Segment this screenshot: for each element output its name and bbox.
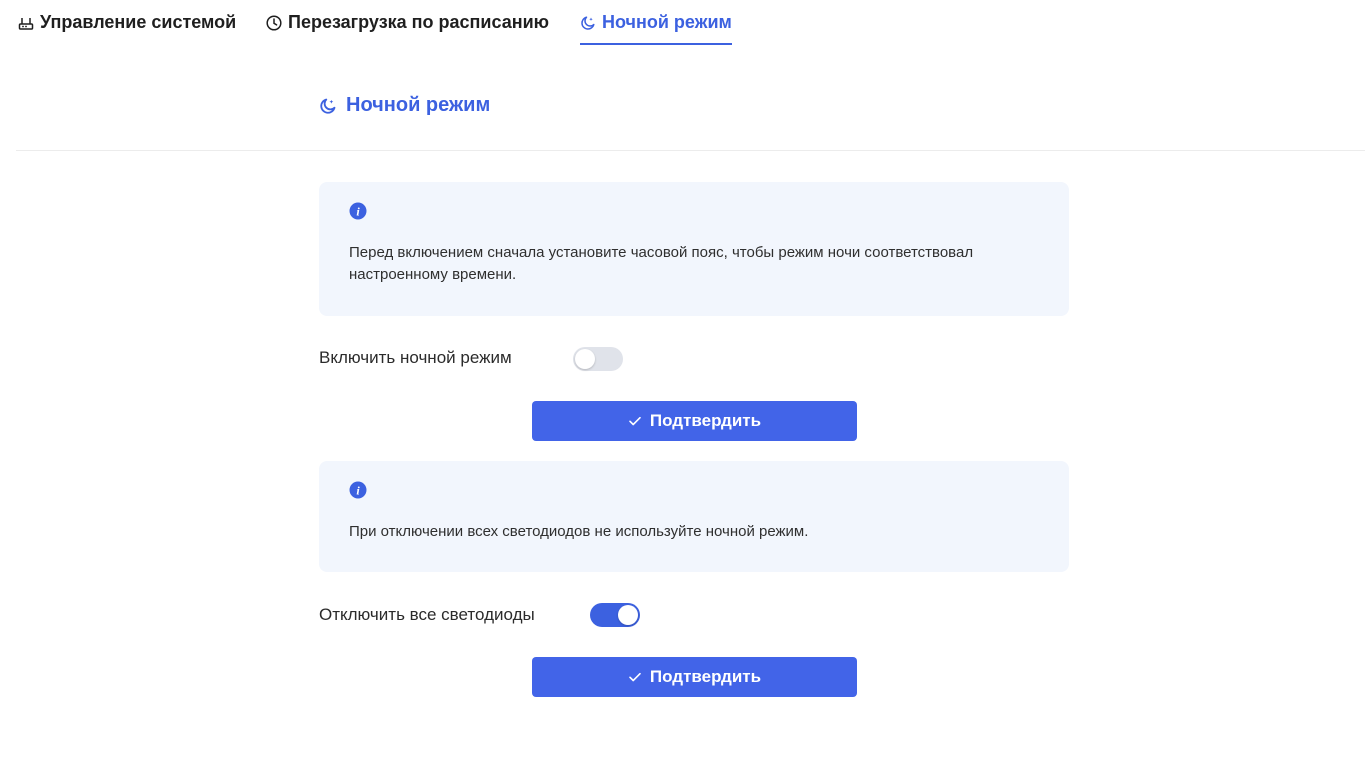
divider — [16, 150, 1365, 151]
clock-icon — [266, 14, 282, 31]
switch-knob — [618, 605, 638, 625]
leds-toggle[interactable] — [590, 603, 640, 627]
switch-knob — [575, 349, 595, 369]
moon-icon — [319, 97, 337, 115]
tab-label: Ночной режим — [602, 12, 732, 32]
router-icon — [18, 15, 34, 31]
moon-icon — [580, 15, 596, 31]
leds-confirm-button[interactable]: Подтвердить — [532, 657, 857, 697]
tab-system-management[interactable]: Управление системой — [18, 0, 236, 45]
check-icon — [628, 414, 642, 428]
leds-info-text: При отключении всех светодиодов не испол… — [349, 523, 809, 540]
night-mode-toggle[interactable] — [573, 347, 623, 371]
night-mode-info-text: Перед включением сначала установите часо… — [349, 244, 974, 283]
section-title-label: Ночной режим — [346, 94, 491, 116]
info-icon: i — [349, 481, 367, 499]
section-title: Ночной режим — [319, 94, 490, 117]
night-mode-toggle-label: Включить ночной режим — [319, 348, 512, 367]
tab-scheduled-reboot[interactable]: Перезагрузка по расписанию — [266, 0, 549, 45]
leds-toggle-label: Отключить все светодиоды — [319, 605, 535, 624]
confirm-label: Подтвердить — [649, 667, 762, 686]
tab-night-mode[interactable]: Ночной режим — [580, 0, 732, 45]
leds-info-box: i При отключении всех светодиодов не исп… — [319, 461, 1069, 572]
tab-label: Перезагрузка по расписанию — [288, 12, 550, 32]
confirm-label: Подтвердить — [649, 411, 762, 430]
night-mode-info-box: i Перед включением сначала установите ча… — [319, 182, 1069, 316]
night-mode-confirm-button[interactable]: Подтвердить — [532, 401, 857, 441]
tab-bar: Управление системой Перезагрузка по расп… — [0, 0, 1365, 48]
info-icon: i — [349, 202, 367, 220]
tab-label: Управление системой — [40, 12, 237, 32]
check-icon — [628, 670, 642, 684]
